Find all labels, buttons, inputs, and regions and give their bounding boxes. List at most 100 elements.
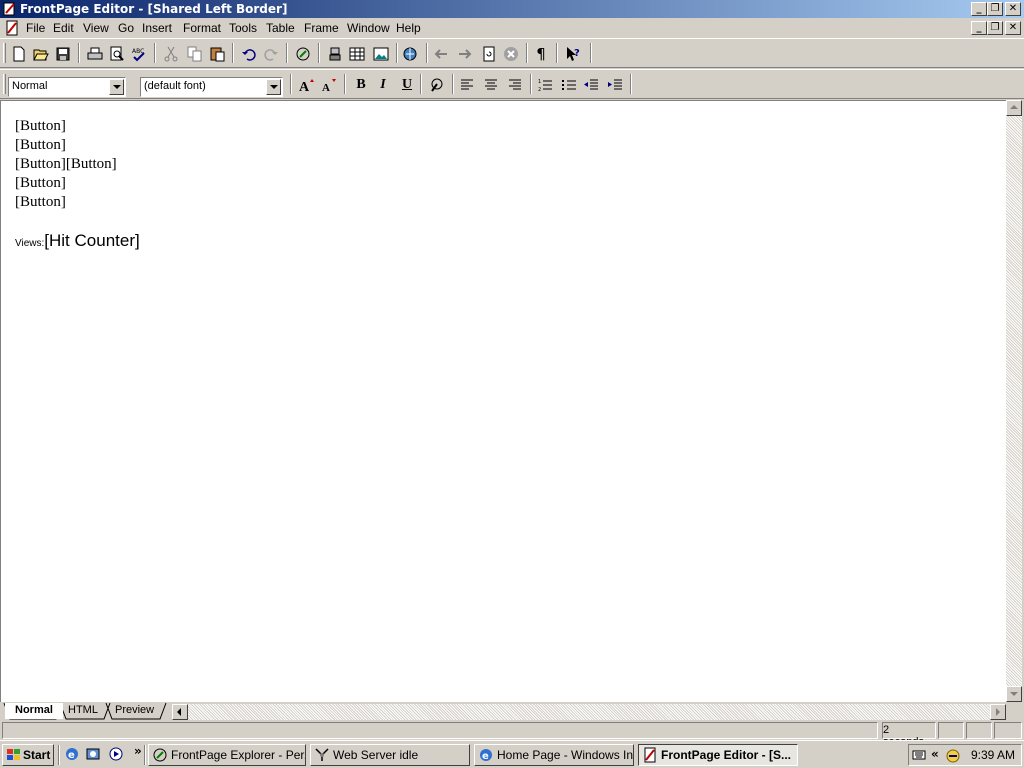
windows-logo-icon: [7, 749, 20, 760]
stop-icon[interactable]: [500, 43, 522, 65]
restore-button[interactable]: ❐: [987, 2, 1003, 16]
scroll-down-icon[interactable]: [1006, 686, 1022, 702]
spelling-icon[interactable]: ABC: [128, 43, 150, 65]
tab-normal[interactable]: Normal: [5, 703, 63, 719]
internet-explorer-quicklaunch-icon[interactable]: e: [64, 746, 80, 762]
scroll-up-icon[interactable]: [1006, 100, 1022, 116]
show-paragraph-marks-icon[interactable]: ¶: [530, 43, 552, 65]
font-dropdown[interactable]: (default font): [140, 77, 283, 97]
vertical-scrollbar[interactable]: [1006, 100, 1022, 702]
keyboard-icon[interactable]: [912, 748, 926, 762]
menu-frame[interactable]: Frame: [304, 21, 339, 35]
task-frontpage-explorer[interactable]: FrontPage Explorer - Per...: [148, 744, 306, 766]
title-bar[interactable]: FrontPage Editor - [Shared Left Border] …: [0, 0, 1024, 18]
redo-icon[interactable]: [260, 43, 282, 65]
menu-view[interactable]: View: [83, 21, 109, 35]
menu-file[interactable]: File: [26, 21, 45, 35]
hit-counter-line: Views:[Hit Counter]: [15, 231, 140, 251]
save-icon[interactable]: [52, 43, 74, 65]
network-icon[interactable]: [945, 748, 961, 764]
create-hyperlink-icon[interactable]: [400, 43, 422, 65]
align-center-icon[interactable]: [480, 74, 502, 96]
numbered-list-icon[interactable]: 12: [534, 74, 556, 96]
paragraph-style-dropdown[interactable]: Normal: [8, 77, 126, 97]
bold-button[interactable]: B: [350, 74, 372, 96]
print-icon[interactable]: [84, 43, 106, 65]
help-pointer-icon[interactable]: ?: [562, 43, 584, 65]
nav-button-placeholder[interactable]: [Button]: [15, 118, 66, 135]
svg-text:?: ?: [574, 48, 580, 59]
tab-html[interactable]: HTML: [58, 703, 108, 719]
align-right-icon[interactable]: [504, 74, 526, 96]
show-explorer-icon[interactable]: [292, 43, 314, 65]
format-toolbar: Normal (default font) A A B I U 12: [0, 69, 1024, 99]
chevron-down-icon[interactable]: [266, 79, 281, 95]
minimize-button[interactable]: _: [971, 2, 987, 16]
task-label: FrontPage Explorer - Per...: [171, 748, 306, 762]
frontpage-editor-app-icon[interactable]: [2, 1, 18, 17]
increase-indent-icon[interactable]: [604, 74, 626, 96]
svg-text:A: A: [322, 82, 330, 93]
menu-go[interactable]: Go: [118, 21, 134, 35]
menu-insert[interactable]: Insert: [142, 21, 172, 35]
close-button[interactable]: ✕: [1005, 2, 1021, 16]
undo-icon[interactable]: [238, 43, 260, 65]
start-button[interactable]: Start: [2, 744, 54, 766]
increase-font-size-icon[interactable]: A: [296, 74, 318, 96]
media-player-quicklaunch-icon[interactable]: [108, 746, 124, 762]
scroll-right-icon[interactable]: [990, 704, 1006, 720]
paste-icon[interactable]: [206, 43, 228, 65]
bulleted-list-icon[interactable]: [558, 74, 580, 96]
open-folder-icon[interactable]: [30, 43, 52, 65]
task-internet-explorer[interactable]: e Home Page - Windows In...: [474, 744, 634, 766]
document-control-icon[interactable]: [4, 20, 20, 36]
paragraph-style-value: Normal: [12, 80, 48, 92]
horizontal-scrollbar[interactable]: [188, 704, 1006, 720]
text-color-icon[interactable]: [426, 74, 448, 96]
clock[interactable]: 9:39 AM: [971, 748, 1015, 762]
insert-webbot-icon[interactable]: [324, 43, 346, 65]
menu-help[interactable]: Help: [396, 21, 421, 35]
quicklaunch-chevron[interactable]: »: [134, 744, 142, 758]
nav-button-placeholder[interactable]: [Button][Button]: [15, 156, 117, 173]
scroll-left-icon[interactable]: [172, 704, 188, 720]
nav-button-placeholder[interactable]: [Button]: [15, 175, 66, 192]
toolbar-grip[interactable]: [3, 43, 6, 63]
status-panel-scrl: [994, 722, 1022, 739]
outlook-express-quicklaunch-icon[interactable]: [85, 746, 101, 762]
underline-button[interactable]: U: [396, 74, 418, 96]
new-page-icon[interactable]: [8, 43, 30, 65]
tray-chevron[interactable]: «: [931, 747, 939, 761]
menu-window[interactable]: Window: [347, 21, 390, 35]
nav-button-placeholder[interactable]: [Button]: [15, 137, 66, 154]
insert-table-icon[interactable]: [346, 43, 368, 65]
editor-canvas[interactable]: [Button] [Button] [Button][Button] [Butt…: [0, 100, 1006, 702]
tab-preview[interactable]: Preview: [105, 703, 164, 719]
back-arrow-icon[interactable]: [430, 43, 452, 65]
nav-button-placeholder[interactable]: [Button]: [15, 194, 66, 211]
align-left-icon[interactable]: [456, 74, 478, 96]
insert-image-icon[interactable]: [370, 43, 392, 65]
italic-button[interactable]: I: [372, 74, 394, 96]
task-web-server[interactable]: Web Server idle: [310, 744, 470, 766]
menu-table[interactable]: Table: [266, 21, 295, 35]
doc-restore-button[interactable]: ❐: [987, 21, 1003, 35]
doc-close-button[interactable]: ✕: [1005, 21, 1021, 35]
toolbar-grip[interactable]: [3, 74, 6, 94]
doc-minimize-button[interactable]: _: [971, 21, 987, 35]
cut-icon[interactable]: [160, 43, 182, 65]
menu-tools[interactable]: Tools: [229, 21, 257, 35]
menu-format[interactable]: Format: [183, 21, 221, 35]
hit-counter-placeholder[interactable]: [Hit Counter]: [44, 231, 139, 250]
copy-icon[interactable]: [184, 43, 206, 65]
print-preview-icon[interactable]: [106, 43, 128, 65]
start-label: Start: [23, 748, 51, 762]
forward-arrow-icon[interactable]: [454, 43, 476, 65]
refresh-icon[interactable]: [478, 43, 500, 65]
views-label: Views:: [15, 238, 45, 249]
menu-edit[interactable]: Edit: [53, 21, 74, 35]
decrease-font-size-icon[interactable]: A: [318, 74, 340, 96]
task-frontpage-editor[interactable]: FrontPage Editor - [S...: [638, 744, 798, 766]
decrease-indent-icon[interactable]: [580, 74, 602, 96]
chevron-down-icon[interactable]: [109, 79, 124, 95]
